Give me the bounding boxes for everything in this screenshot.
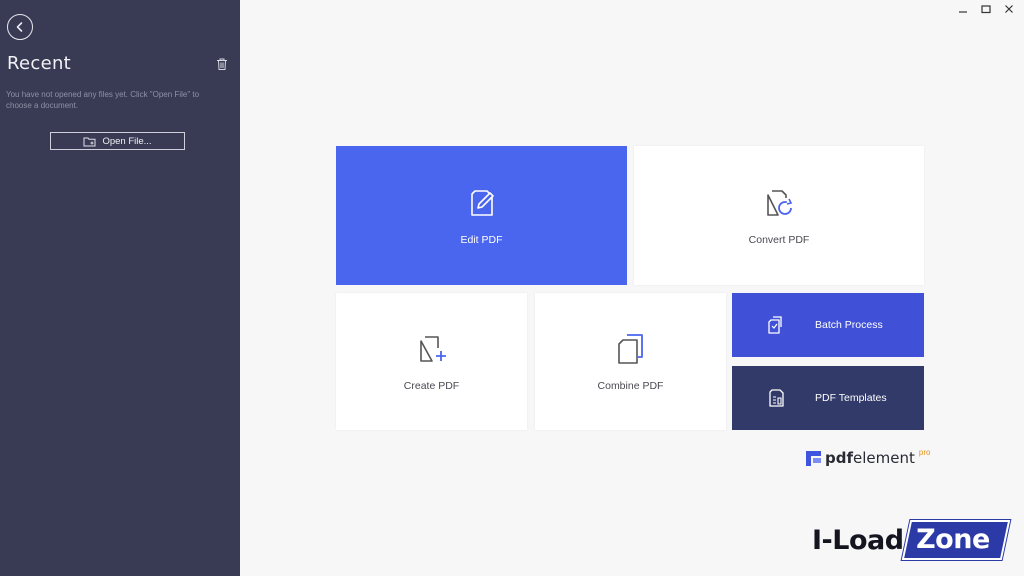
logo-pro-badge: pro bbox=[918, 447, 931, 457]
sidebar-title: Recent bbox=[7, 53, 72, 74]
logo-wordmark-light: element bbox=[853, 449, 915, 467]
batch-process-tile[interactable]: Batch Process bbox=[732, 293, 924, 357]
batch-process-label: Batch Process bbox=[815, 319, 883, 331]
logo-wordmark: pdfelement bbox=[825, 449, 915, 467]
combine-pdf-label: Combine PDF bbox=[597, 379, 664, 392]
pdfelement-logo-icon bbox=[806, 450, 821, 466]
window-controls bbox=[956, 2, 1016, 16]
chevron-left-icon bbox=[16, 22, 23, 32]
minimize-button[interactable] bbox=[956, 2, 970, 16]
trash-button[interactable] bbox=[215, 57, 229, 71]
minimize-icon bbox=[959, 11, 967, 13]
back-button[interactable] bbox=[7, 14, 33, 40]
open-file-button[interactable]: Open File... bbox=[50, 132, 185, 150]
watermark-left-text: I-Load bbox=[812, 524, 904, 556]
folder-icon bbox=[83, 137, 96, 146]
watermark: I-Load Zone bbox=[812, 516, 1010, 564]
close-button[interactable] bbox=[1002, 2, 1016, 16]
recent-sidebar: Recent You have not opened any files yet… bbox=[0, 0, 240, 576]
trash-icon bbox=[217, 58, 227, 70]
edit-document-icon bbox=[470, 189, 494, 216]
open-file-label: Open File... bbox=[102, 135, 152, 147]
combine-documents-icon bbox=[617, 333, 643, 364]
edit-pdf-label: Edit PDF bbox=[460, 233, 503, 246]
pdf-templates-label: PDF Templates bbox=[815, 392, 887, 404]
create-document-icon bbox=[419, 335, 446, 362]
watermark-right-text: Zone bbox=[915, 524, 990, 555]
maximize-icon bbox=[981, 5, 991, 14]
close-icon bbox=[1005, 5, 1013, 13]
convert-document-icon bbox=[767, 189, 793, 216]
maximize-button[interactable] bbox=[979, 2, 993, 16]
batch-documents-icon bbox=[768, 316, 782, 334]
empty-recent-message: You have not opened any files yet. Click… bbox=[6, 90, 200, 110]
create-pdf-tile[interactable]: Create PDF bbox=[336, 293, 527, 430]
combine-pdf-tile[interactable]: Combine PDF bbox=[535, 293, 726, 430]
pdf-templates-tile[interactable]: PDF Templates bbox=[732, 366, 924, 430]
create-pdf-label: Create PDF bbox=[403, 379, 460, 392]
convert-pdf-tile[interactable]: Convert PDF bbox=[634, 146, 924, 285]
pdfelement-logo: pdfelement pro bbox=[806, 447, 931, 467]
template-document-icon bbox=[769, 389, 784, 407]
convert-pdf-label: Convert PDF bbox=[748, 233, 810, 246]
edit-pdf-tile[interactable]: Edit PDF bbox=[336, 146, 627, 285]
watermark-badge: Zone bbox=[901, 520, 1010, 560]
logo-wordmark-bold: pdf bbox=[825, 449, 854, 467]
